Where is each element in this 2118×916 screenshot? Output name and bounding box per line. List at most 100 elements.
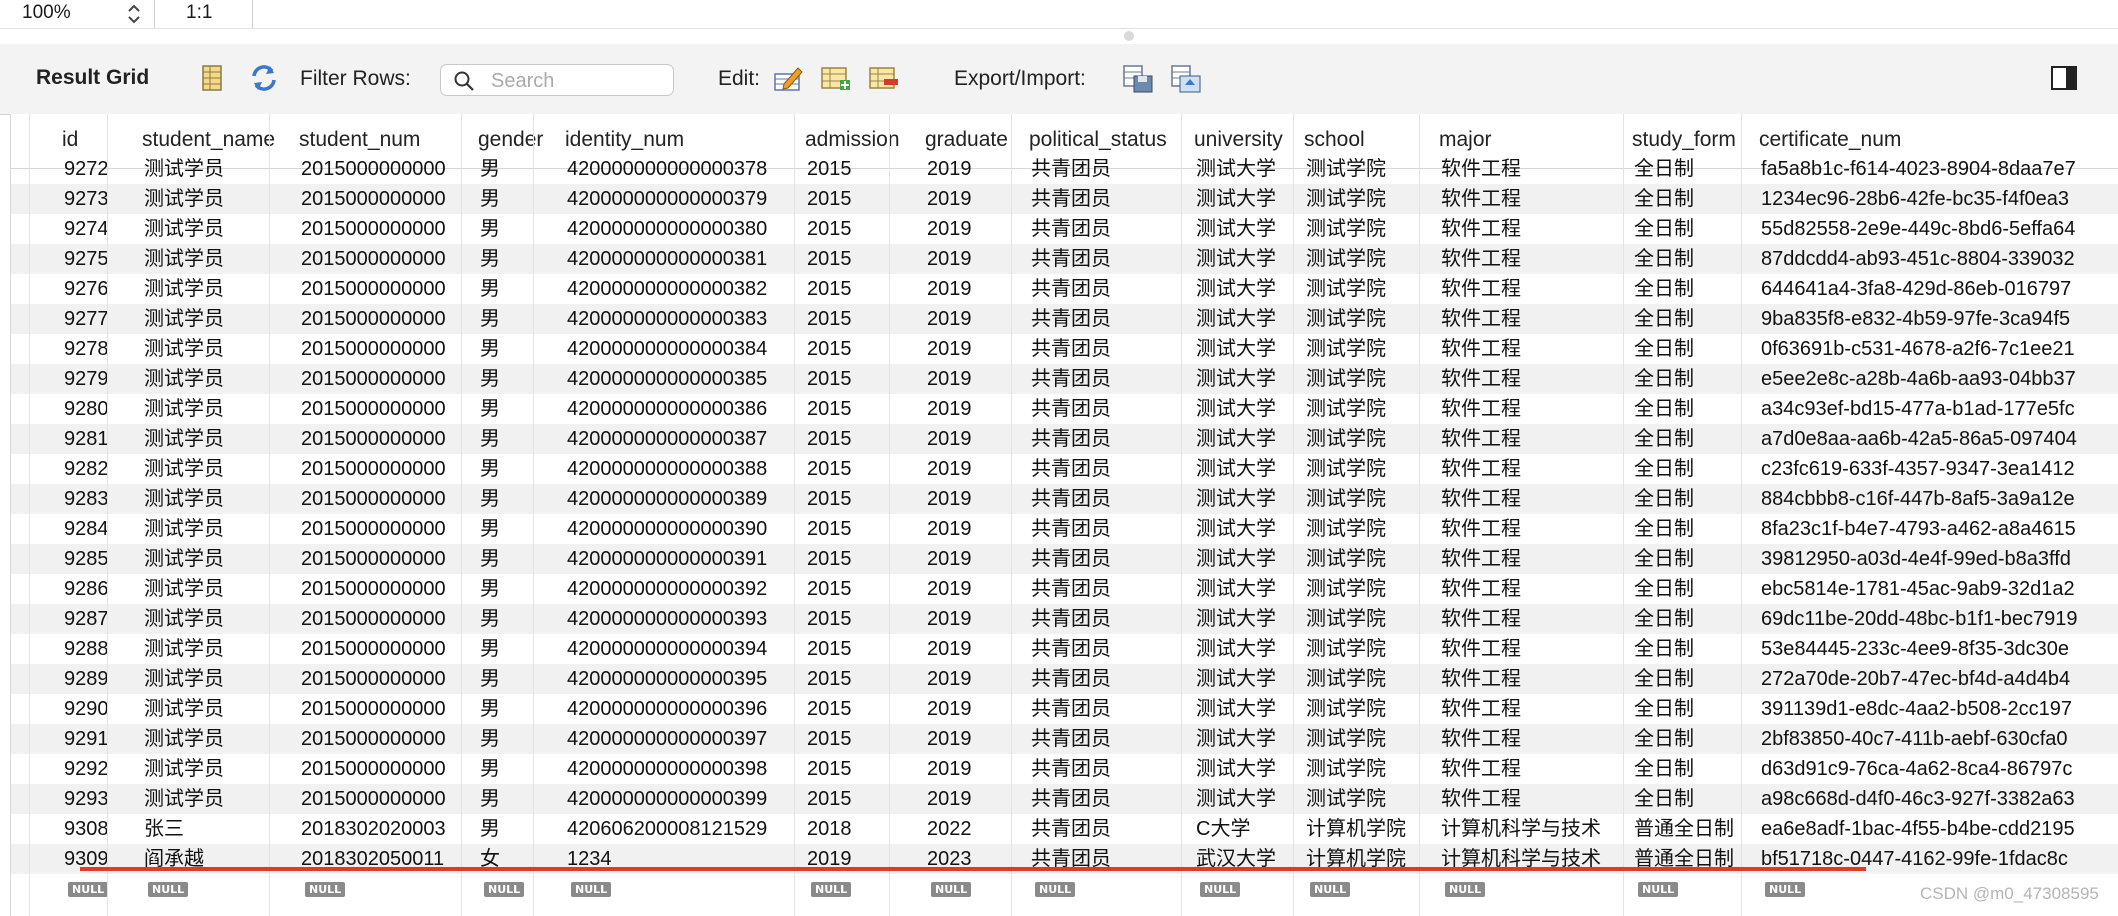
cell-major[interactable]: 软件工程 (1441, 367, 1521, 391)
cell-graduate[interactable]: 2019 (927, 637, 972, 661)
cell-school[interactable]: 测试学院 (1306, 157, 1386, 181)
cell-id[interactable]: 9287 (64, 607, 109, 631)
cell-study-form[interactable]: 全日制 (1634, 577, 1694, 601)
null-badge[interactable]: NULL (305, 882, 346, 897)
cell-certificate-num[interactable]: 39812950-a03d-4e4f-99ed-b8a3ffd (1761, 547, 2071, 571)
cell-university[interactable]: 测试大学 (1196, 367, 1276, 391)
cell-certificate-num[interactable]: d63d91c9-76ca-4a62-8ca4-86797c (1761, 757, 2072, 781)
cell-study-form[interactable]: 普通全日制 (1634, 817, 1734, 841)
cell-university[interactable]: 测试大学 (1196, 247, 1276, 271)
cell-major[interactable]: 软件工程 (1441, 697, 1521, 721)
null-badge[interactable]: NULL (1445, 882, 1486, 897)
cell-political-status[interactable]: 共青团员 (1031, 217, 1111, 241)
column-header-identity-num[interactable]: identity_num (565, 128, 684, 152)
column-divider[interactable] (1181, 114, 1182, 916)
cell-admission[interactable]: 2015 (807, 337, 852, 361)
cell-study-form[interactable]: 全日制 (1634, 427, 1694, 451)
cell-certificate-num[interactable]: 9ba835f8-e832-4b59-97fe-3ca94f5 (1761, 307, 2070, 331)
column-divider[interactable] (29, 114, 30, 916)
cell-graduate[interactable]: 2019 (927, 757, 972, 781)
cell-gender[interactable]: 男 (480, 307, 500, 331)
column-header-graduate[interactable]: graduate (925, 128, 1008, 152)
cell-school[interactable]: 测试学院 (1306, 787, 1386, 811)
cell-school[interactable]: 测试学院 (1306, 277, 1386, 301)
cell-major[interactable]: 软件工程 (1441, 607, 1521, 631)
cell-student-name[interactable]: 测试学员 (144, 367, 224, 391)
cell-gender[interactable]: 男 (480, 487, 500, 511)
table-row[interactable]: 9276 测试学员 2015000000000 男 420000000000000382… (11, 274, 2118, 304)
table-row[interactable]: 9273 测试学员 2015000000000 男 420000000000000379… (11, 184, 2118, 214)
cell-graduate[interactable]: 2019 (927, 517, 972, 541)
cell-graduate[interactable]: 2019 (927, 187, 972, 211)
cell-certificate-num[interactable]: 87ddcdd4-ab93-451c-8804-339032 (1761, 247, 2075, 271)
table-row[interactable]: 9280 测试学员 2015000000000 男 420000000000000386… (11, 394, 2118, 424)
cell-identity-num[interactable]: 420000000000000380 (567, 217, 767, 241)
table-row[interactable]: 9283 测试学员 2015000000000 男 420000000000000389… (11, 484, 2118, 514)
cell-political-status[interactable]: 共青团员 (1031, 487, 1111, 511)
cell-political-status[interactable]: 共青团员 (1031, 787, 1111, 811)
export-icon[interactable] (1122, 62, 1154, 94)
cell-certificate-num[interactable]: 55d82558-2e9e-449c-8bd6-5effa64 (1761, 217, 2075, 241)
cell-id[interactable]: 9280 (64, 397, 109, 421)
cell-admission[interactable]: 2015 (807, 157, 852, 181)
cell-university[interactable]: 测试大学 (1196, 607, 1276, 631)
cell-admission[interactable]: 2015 (807, 757, 852, 781)
cell-school[interactable]: 计算机学院 (1306, 817, 1406, 841)
cell-gender[interactable]: 男 (480, 817, 500, 841)
cell-major[interactable]: 软件工程 (1441, 637, 1521, 661)
cell-major[interactable]: 软件工程 (1441, 397, 1521, 421)
cell-school[interactable]: 测试学院 (1306, 337, 1386, 361)
search-input[interactable] (489, 68, 669, 94)
cell-graduate[interactable]: 2019 (927, 277, 972, 301)
cell-certificate-num[interactable]: 1234ec96-28b6-42fe-bc35-f4f0ea3 (1761, 187, 2069, 211)
cell-gender[interactable]: 男 (480, 577, 500, 601)
cell-student-num[interactable]: 2018302020003 (301, 817, 446, 841)
cell-university[interactable]: 测试大学 (1196, 487, 1276, 511)
cell-university[interactable]: 测试大学 (1196, 637, 1276, 661)
cell-graduate[interactable]: 2019 (927, 607, 972, 631)
cell-admission[interactable]: 2015 (807, 277, 852, 301)
cell-university[interactable]: 测试大学 (1196, 277, 1276, 301)
cell-identity-num[interactable]: 420000000000000385 (567, 367, 767, 391)
insert-row-icon[interactable] (820, 62, 852, 94)
cell-graduate[interactable]: 2019 (927, 547, 972, 571)
column-divider[interactable] (1293, 114, 1294, 916)
cell-study-form[interactable]: 全日制 (1634, 697, 1694, 721)
cell-gender[interactable]: 男 (480, 277, 500, 301)
cell-gender[interactable]: 男 (480, 187, 500, 211)
cell-identity-num[interactable]: 420000000000000390 (567, 517, 767, 541)
cell-school[interactable]: 测试学院 (1306, 547, 1386, 571)
column-divider[interactable] (107, 114, 108, 916)
cell-major[interactable]: 软件工程 (1441, 517, 1521, 541)
edit-row-icon[interactable] (772, 62, 804, 94)
cell-student-num[interactable]: 2015000000000 (301, 157, 446, 181)
cell-major[interactable]: 软件工程 (1441, 277, 1521, 301)
column-divider[interactable] (1623, 114, 1624, 916)
cell-admission[interactable]: 2015 (807, 217, 852, 241)
cell-school[interactable]: 测试学院 (1306, 517, 1386, 541)
cell-major[interactable]: 软件工程 (1441, 547, 1521, 571)
cell-identity-num[interactable]: 420000000000000398 (567, 757, 767, 781)
cell-id[interactable]: 9273 (64, 187, 109, 211)
cell-admission[interactable]: 2015 (807, 577, 852, 601)
null-badge[interactable]: NULL (1310, 882, 1351, 897)
cell-certificate-num[interactable]: c23fc619-633f-4357-9347-3ea1412 (1761, 457, 2075, 481)
toggle-side-panel-icon[interactable] (2050, 64, 2078, 92)
cell-gender[interactable]: 男 (480, 367, 500, 391)
cell-major[interactable]: 软件工程 (1441, 667, 1521, 691)
cell-major[interactable]: 软件工程 (1441, 337, 1521, 361)
cell-student-name[interactable]: 测试学员 (144, 337, 224, 361)
cell-political-status[interactable]: 共青团员 (1031, 187, 1111, 211)
cell-major[interactable]: 计算机科学与技术 (1441, 817, 1601, 841)
cell-major[interactable]: 软件工程 (1441, 427, 1521, 451)
cell-admission[interactable]: 2015 (807, 487, 852, 511)
cell-student-num[interactable]: 2015000000000 (301, 637, 446, 661)
cell-study-form[interactable]: 全日制 (1634, 757, 1694, 781)
cell-certificate-num[interactable]: 884cbbb8-c16f-447b-8af5-3a9a12e (1761, 487, 2075, 511)
cell-university[interactable]: 测试大学 (1196, 337, 1276, 361)
table-row[interactable]: 9275 测试学员 2015000000000 男 420000000000000381… (11, 244, 2118, 274)
cell-id[interactable]: 9288 (64, 637, 109, 661)
cell-school[interactable]: 测试学院 (1306, 757, 1386, 781)
cell-major[interactable]: 软件工程 (1441, 457, 1521, 481)
cell-graduate[interactable]: 2019 (927, 397, 972, 421)
